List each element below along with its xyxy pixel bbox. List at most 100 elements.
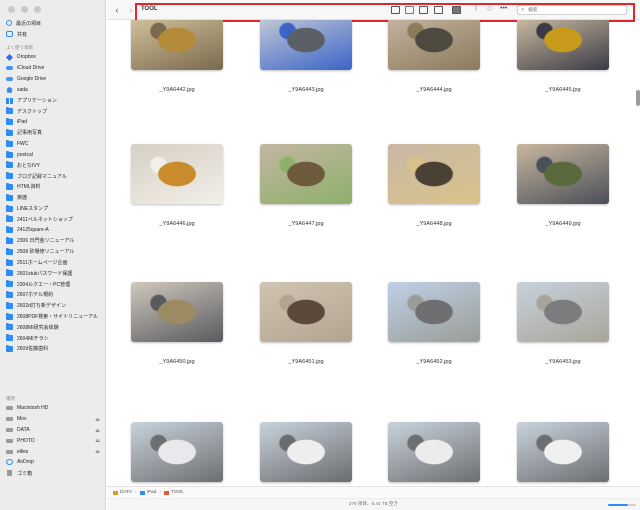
zoom-button[interactable] — [34, 6, 41, 13]
file-thumbnail[interactable] — [260, 422, 352, 482]
sidebar-item[interactable]: DATA ⏏ — [0, 425, 105, 436]
desktop-icon — [6, 107, 13, 115]
file-thumbnail[interactable] — [517, 20, 609, 70]
file-name: _Y9A6453.jpg — [545, 359, 581, 365]
sidebar-item[interactable]: アプリケーション — [0, 95, 105, 106]
file-name: _Y9A6443.jpg — [288, 87, 324, 93]
sidebar-item[interactable]: 2511ホームページ企画 — [0, 257, 105, 268]
file-thumbnail[interactable] — [131, 282, 223, 342]
sidebar-item-label: Mov — [17, 416, 27, 423]
sidebar-item[interactable]: 共有 — [0, 29, 105, 40]
file-thumbnail[interactable] — [260, 282, 352, 342]
path-crumb[interactable]: iPad — [147, 490, 157, 495]
close-button[interactable] — [8, 6, 15, 13]
sidebar-item[interactable]: 楽譜 — [0, 192, 105, 203]
icon-size-slider-track[interactable] — [628, 504, 636, 506]
folder-icon — [6, 312, 13, 320]
sidebar-item[interactable]: 2607ホテル規約 — [0, 290, 105, 301]
list-view-icon[interactable] — [405, 6, 414, 14]
folder-icon — [6, 161, 13, 169]
sidebar-item[interactable]: iCloud Drive — [0, 63, 105, 74]
sidebar-item[interactable]: 2608PDF検索・サイトリニューアル — [0, 311, 105, 322]
search-input[interactable] — [528, 7, 624, 14]
sidebar-item[interactable]: Dropbox — [0, 52, 105, 63]
file-thumbnail[interactable] — [388, 282, 480, 342]
sidebar-item-label: 2306 日門金リニューアル — [17, 238, 75, 245]
status-bar: 378 項目、6.44 TB 空き — [107, 498, 640, 510]
sidebar-item[interactable]: PHOTO ⏏ — [0, 435, 105, 446]
file-thumbnail[interactable] — [388, 422, 480, 482]
sidebar-item[interactable]: FWC — [0, 138, 105, 149]
sidebar-item[interactable]: LINEスタンプ — [0, 203, 105, 214]
sidebar-item[interactable]: Macintosh HD — [0, 403, 105, 414]
minimize-button[interactable] — [21, 6, 28, 13]
file-thumbnail[interactable] — [131, 422, 223, 482]
tag-icon[interactable]: ◇ — [487, 4, 492, 14]
folder-icon — [6, 172, 13, 180]
sidebar-item-label: 2604MIチラシ — [17, 335, 49, 342]
search-icon: ⌕ — [521, 7, 525, 13]
scrollbar[interactable] — [636, 90, 640, 106]
sidebar-item[interactable]: postcal — [0, 149, 105, 160]
file-thumbnail[interactable] — [517, 422, 609, 482]
column-view-icon[interactable] — [419, 6, 428, 14]
share-icon[interactable]: ⇧ — [473, 4, 479, 14]
folder-icon — [6, 139, 13, 147]
sidebar-item[interactable]: sada — [0, 84, 105, 95]
forward-button[interactable]: › — [125, 4, 137, 16]
status-text: 378 項目、6.44 TB 空き — [348, 501, 399, 506]
sidebar-item[interactable]: iPad — [0, 117, 105, 128]
more-actions-icon[interactable]: ••• — [500, 4, 507, 14]
finder-window: 最近の項目 共有 よく使う項目 Dropbox iCloud Drive Google… — [0, 0, 640, 510]
file-thumbnail[interactable] — [517, 282, 609, 342]
sidebar-item[interactable]: 2411ペルネットショップ — [0, 214, 105, 225]
folder-icon — [6, 344, 13, 352]
sidebar-item-label: HTML資料 — [17, 184, 41, 191]
folder-icon — [6, 215, 13, 223]
icon-view-icon[interactable] — [391, 6, 400, 14]
eject-icon[interactable]: ⏏ — [95, 428, 100, 434]
back-button[interactable]: ‹ — [111, 4, 123, 16]
eject-icon[interactable]: ⏏ — [95, 449, 100, 455]
sidebar-item[interactable]: 2609佐藤歯科 — [0, 344, 105, 355]
sidebar-item[interactable]: 2604MIチラシ — [0, 333, 105, 344]
file-thumbnail[interactable] — [131, 20, 223, 70]
sidebar-item-label: iPad — [17, 119, 28, 126]
file-thumbnail[interactable] — [131, 144, 223, 204]
eject-icon[interactable]: ⏏ — [95, 417, 100, 423]
sidebar-item[interactable]: 2304ルクエー・PC管理 — [0, 279, 105, 290]
sidebar-item[interactable]: デスクトップ — [0, 106, 105, 117]
path-crumb[interactable]: TOOL — [171, 490, 184, 495]
sidebar-item[interactable]: 記事用写真 — [0, 128, 105, 139]
file-name: _Y9A6445.jpg — [545, 87, 581, 93]
sidebar-item[interactable]: 2602d打ち新デザイン — [0, 300, 105, 311]
sidebar-item[interactable]: AirDrop — [0, 457, 105, 468]
sidebar-item[interactable]: 2508 砂場修リニューアル — [0, 246, 105, 257]
file-thumbnail[interactable] — [260, 144, 352, 204]
file-thumbnail[interactable] — [388, 20, 480, 70]
sidebar-item[interactable]: 2306 日門金リニューアル — [0, 236, 105, 247]
folder-icon — [6, 280, 13, 288]
folder-icon — [163, 490, 169, 495]
eject-icon[interactable]: ⏏ — [95, 438, 100, 444]
sidebar-item[interactable]: 2601stukパスワード保護 — [0, 268, 105, 279]
sidebar-item[interactable]: おとなIVY — [0, 160, 105, 171]
sidebar-item[interactable]: 2608MI研究会体験 — [0, 322, 105, 333]
path-crumb[interactable]: DATA — [120, 490, 132, 495]
file-name: _Y9A6447.jpg — [288, 221, 324, 227]
file-thumbnail[interactable] — [260, 20, 352, 70]
sidebar-item[interactable]: 24125quare-A — [0, 225, 105, 236]
search-field[interactable]: ⌕ — [517, 5, 627, 15]
sidebar-item[interactable]: Mov ⏏ — [0, 414, 105, 425]
sidebar-item[interactable]: ブログ記録マニュアル — [0, 171, 105, 182]
sidebar-item[interactable]: ellies ⏏ — [0, 446, 105, 457]
file-thumbnail[interactable] — [517, 144, 609, 204]
icon-size-slider[interactable] — [608, 504, 628, 506]
sidebar-item[interactable]: HTML資料 — [0, 182, 105, 193]
gallery-view-icon[interactable] — [434, 6, 443, 14]
group-by-icon[interactable] — [452, 6, 461, 14]
sidebar-item[interactable]: ゴミ箱 — [0, 468, 105, 479]
sidebar-item[interactable]: 最近の項目 — [0, 18, 105, 29]
file-thumbnail[interactable] — [388, 144, 480, 204]
sidebar-item[interactable]: Google Drive — [0, 74, 105, 85]
